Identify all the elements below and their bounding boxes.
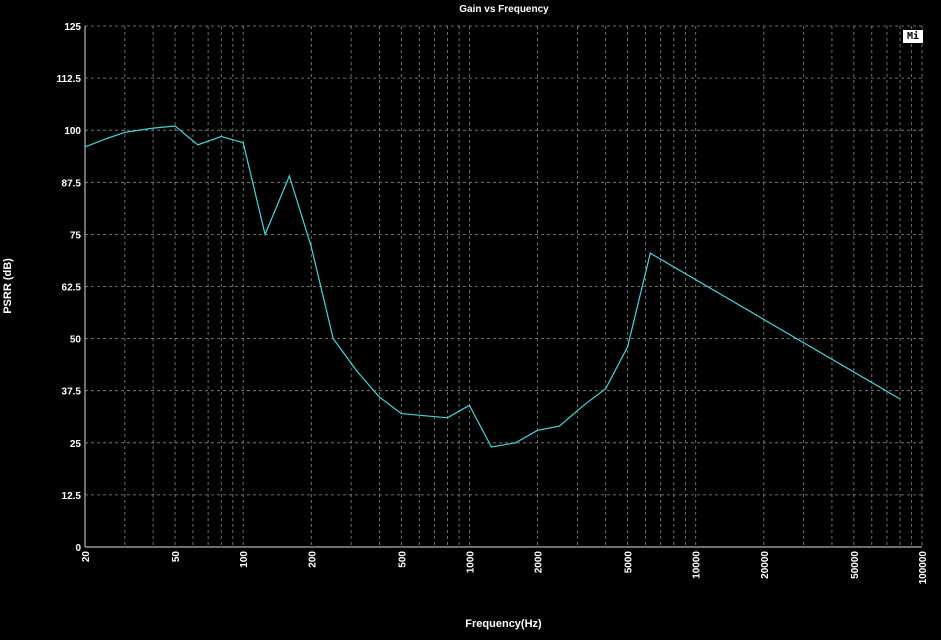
x-tick-label: 200 [307, 551, 318, 568]
data-point [242, 142, 244, 144]
data-point [490, 446, 492, 448]
y-tick-label: 37.5 [62, 387, 82, 398]
y-axis-label: PSRR (dB) [2, 258, 14, 314]
data-point [446, 417, 449, 419]
data-point [558, 425, 561, 427]
y-tick-label: 25 [70, 439, 82, 450]
data-point [332, 338, 334, 340]
data-point [152, 127, 154, 129]
y-tick-label: 75 [70, 230, 82, 241]
data-point [605, 388, 607, 390]
x-tick-label: 20 [81, 551, 92, 563]
x-tick-label: 100000 [918, 551, 929, 585]
x-tick-label: 500 [397, 551, 408, 568]
data-point [423, 415, 425, 417]
data-point [899, 398, 901, 400]
data-point [220, 135, 222, 138]
data-point [400, 413, 402, 415]
x-tick-label: 100 [239, 551, 250, 568]
data-point [627, 346, 629, 348]
y-tick-label: 112.5 [57, 74, 82, 85]
data-point [356, 371, 359, 373]
data-point [310, 246, 312, 248]
data-point [378, 396, 380, 398]
data-point [649, 252, 651, 254]
data-point [84, 146, 86, 148]
x-tick-label: 20000 [760, 551, 771, 579]
y-tick-label: 50 [70, 335, 82, 346]
x-tick-label: 2000 [534, 551, 545, 574]
plot-area [85, 26, 922, 547]
data-point [536, 429, 539, 431]
x-tick-label: 1000 [465, 551, 476, 574]
y-tick-label: 87.5 [62, 178, 82, 189]
data-point [468, 404, 471, 406]
y-tick-label: 62.5 [62, 283, 82, 294]
data-point [264, 233, 266, 235]
x-tick-label: 10000 [692, 551, 703, 579]
data-point [174, 125, 176, 127]
chart-svg: 012.52537.55062.57587.5100112.512520 50 10… [57, 22, 929, 585]
x-axis-label: Frequency(Hz) [465, 618, 542, 630]
x-tick-label: 50000 [850, 551, 861, 579]
data-point [583, 404, 585, 406]
y-tick-label: 12.5 [62, 491, 82, 502]
data-point [515, 442, 517, 444]
y-tick-label: 100 [64, 126, 81, 137]
y-tick-label: 125 [64, 22, 81, 33]
data-point [106, 137, 108, 140]
x-tick-label: 50 [171, 551, 182, 563]
x-tick-label: 5000 [624, 551, 635, 574]
chart-title: Gain vs Frequency [459, 4, 549, 15]
data-point [197, 144, 199, 146]
logo-icon: Mi [903, 30, 923, 43]
data-point [124, 131, 126, 133]
data-point [288, 175, 290, 177]
